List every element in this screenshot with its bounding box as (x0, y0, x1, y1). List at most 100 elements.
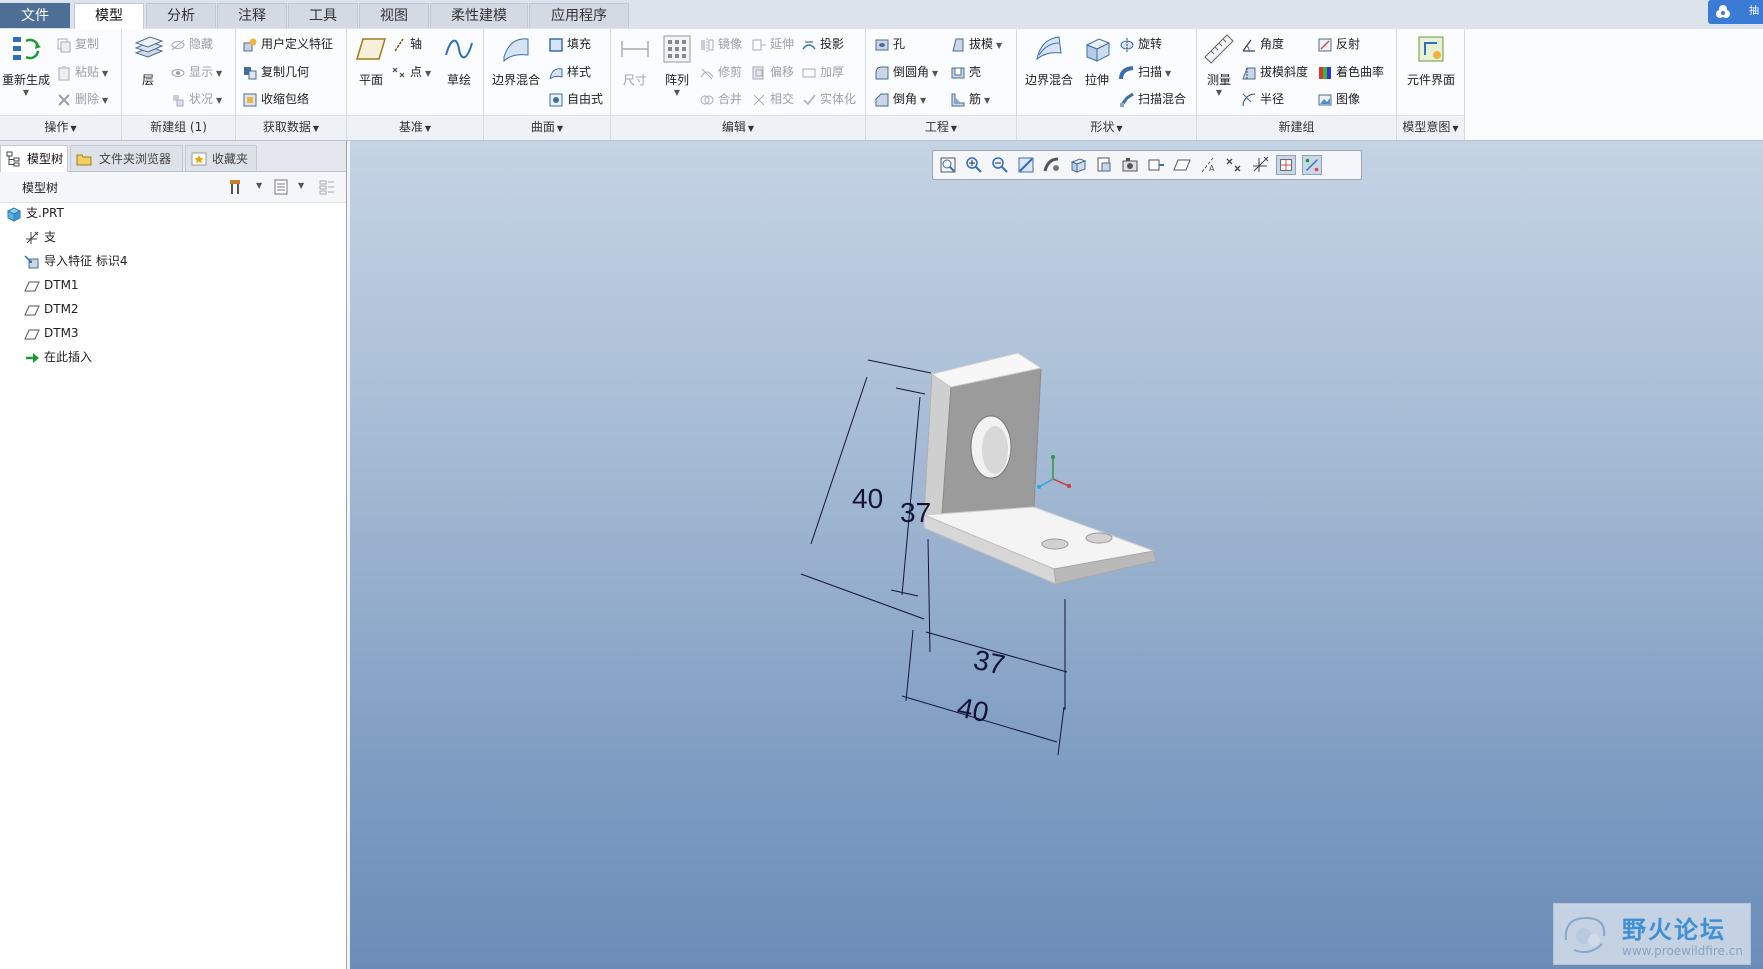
radius-button[interactable]: 半径 (1241, 88, 1284, 110)
merge-label: 合并 (718, 92, 743, 106)
layer-button[interactable]: 层 (128, 33, 168, 88)
round-button[interactable]: 倒圆角 ▼ (874, 61, 938, 83)
offset-button[interactable]: 偏移 (751, 61, 794, 83)
freestyle-button[interactable]: 自由式 (548, 88, 603, 110)
chevron-down-icon[interactable]: ▼ (256, 181, 262, 190)
dimension-button[interactable]: 尺寸 (615, 33, 655, 88)
group-footer-newgroup-1[interactable]: 新建组 (1) (122, 115, 235, 140)
pattern-button[interactable]: 阵列 ▼ (657, 33, 697, 98)
group-footer-newgroup-2[interactable]: 新建组 (1197, 115, 1396, 140)
tree-item-insert-here[interactable]: 在此插入 (24, 347, 92, 367)
delete-button[interactable]: 删除 ▼ (56, 88, 108, 110)
draft-slope-button[interactable]: 拔模斜度 (1241, 61, 1308, 83)
show-button[interactable]: 显示 ▼ (170, 61, 222, 83)
boundary-blend-shape-label: 边界混合 (1024, 73, 1073, 87)
tab-model-tree[interactable]: 模型树 (0, 145, 68, 172)
folder-icon (76, 154, 92, 166)
dimension-vertical-inner[interactable]: 37 (900, 497, 931, 528)
project-label: 投影 (820, 37, 845, 51)
group-footer-shapes[interactable]: 形状 ▼ (1017, 115, 1196, 140)
merge-button[interactable]: 合并 (699, 88, 742, 110)
hole-button[interactable]: 孔 (874, 33, 905, 55)
component-interface-button[interactable]: 元件界面 (1399, 33, 1463, 88)
measure-button[interactable]: 测量 ▼ (1199, 33, 1239, 98)
tree-item-csys[interactable]: 支 (24, 227, 56, 247)
sweep-button[interactable]: 扫描 ▼ (1119, 61, 1171, 83)
hide-button[interactable]: 隐藏 (170, 33, 213, 55)
offset-icon (752, 66, 764, 79)
project-button[interactable]: 投影 (801, 33, 844, 55)
intersect-icon (753, 94, 765, 105)
settings-tools-icon[interactable] (228, 178, 246, 196)
dimension-horizontal-outer[interactable]: 40 (955, 691, 992, 728)
tab-model[interactable]: 模型 (74, 3, 144, 30)
tree-item-label: DTM2 (44, 302, 79, 316)
datum-plane-button[interactable]: 平面 (351, 33, 391, 88)
group-footer-editing[interactable]: 编辑 ▼ (611, 115, 865, 140)
group-footer-get-data[interactable]: 获取数据 ▼ (236, 115, 346, 140)
tree-item-dtm2[interactable]: DTM2 (24, 299, 79, 319)
tree-item-dtm1[interactable]: DTM1 (24, 275, 79, 295)
datum-axis-button[interactable]: 轴 (391, 33, 422, 55)
tab-applications[interactable]: 应用程序 (529, 3, 629, 28)
tab-flexible-modeling[interactable]: 柔性建模 (430, 3, 528, 28)
tree-columns-icon[interactable] (318, 178, 336, 196)
trim-button[interactable]: 修剪 (699, 61, 742, 83)
reflection-button[interactable]: 反射 (1317, 33, 1360, 55)
angle-button[interactable]: 角度 (1241, 33, 1284, 55)
group-footer-model-intent[interactable]: 模型意图 ▼ (1397, 115, 1464, 140)
mirror-button[interactable]: 镜像 (699, 33, 742, 55)
group-footer-surfaces[interactable]: 曲面 ▼ (484, 115, 610, 140)
boundary-blend-shape-button[interactable]: 边界混合 (1021, 33, 1077, 88)
part-model[interactable]: 40 37 37 40 (350, 141, 1763, 969)
tab-analysis[interactable]: 分析 (146, 3, 216, 28)
rib-button[interactable]: 筋 ▼ (950, 88, 990, 110)
chevron-down-icon[interactable]: ▼ (298, 181, 304, 190)
thicken-button[interactable]: 加厚 (801, 61, 844, 83)
tab-favorites[interactable]: 收藏夹 (185, 145, 257, 171)
tab-folder-browser[interactable]: 文件夹浏览器 (70, 145, 183, 171)
cloud-sync-button[interactable]: 抽 (1708, 0, 1763, 24)
shell-button[interactable]: 壳 (950, 61, 981, 83)
image-button[interactable]: 图像 (1317, 88, 1360, 110)
tab-file[interactable]: 文件 (0, 3, 70, 28)
intersect-button[interactable]: 相交 (751, 88, 794, 110)
group-footer-datum[interactable]: 基准 ▼ (347, 115, 483, 140)
tab-view[interactable]: 视图 (359, 3, 429, 28)
copy-geometry-button[interactable]: 复制几何 (242, 61, 309, 83)
dimension-vertical-outer[interactable]: 40 (852, 483, 883, 514)
tree-item-import-feature[interactable]: 导入特征 标识4 (24, 251, 127, 271)
shaded-curvature-button[interactable]: 着色曲率 (1317, 61, 1384, 83)
boundary-blend-surface-button[interactable]: 边界混合 (488, 33, 544, 88)
udf-button[interactable]: 用户定义特征 (242, 33, 333, 55)
regenerate-button[interactable]: 重新生成 ▼ (2, 33, 50, 98)
group-footer-engineering[interactable]: 工程 ▼ (866, 115, 1016, 140)
solidify-button[interactable]: 实体化 (801, 88, 856, 110)
dimension-horizontal-inner[interactable]: 37 (971, 644, 1008, 681)
group-footer-operations[interactable]: 操作 ▼ (0, 115, 121, 140)
show-filter-icon[interactable] (272, 178, 290, 196)
paste-button[interactable]: 粘贴 ▼ (56, 61, 108, 83)
chamfer-button[interactable]: 倒角 ▼ (874, 88, 926, 110)
tab-tools[interactable]: 工具 (288, 3, 358, 28)
copy-button[interactable]: 复制 (56, 33, 99, 55)
angle-icon (1242, 39, 1255, 52)
extend-button[interactable]: 延伸 (751, 33, 794, 55)
sketch-button[interactable]: 草绘 (439, 33, 479, 88)
chamfer-label: 倒角 (893, 92, 918, 106)
tree-item-dtm3[interactable]: DTM3 (24, 323, 79, 343)
draft-button[interactable]: 拔模 ▼ (950, 33, 1002, 55)
tree-item-part[interactable]: 支.PRT (6, 203, 64, 223)
extrude-button[interactable]: 拉伸 (1079, 33, 1115, 88)
swept-blend-button[interactable]: 扫描混合 (1119, 88, 1186, 110)
status-label: 状况 (189, 92, 214, 106)
fill-button[interactable]: 填充 (548, 33, 591, 55)
status-button[interactable]: 状况 ▼ (170, 88, 222, 110)
tab-annotate[interactable]: 注释 (217, 3, 287, 28)
graphics-viewport[interactable]: A 40 37 37 40 野火论坛 www.proewildfire.cn (350, 141, 1763, 969)
style-button[interactable]: 样式 (548, 61, 591, 83)
shrinkwrap-button[interactable]: 收缩包络 (242, 88, 309, 110)
revolve-button[interactable]: 旋转 (1119, 33, 1162, 55)
angle-label: 角度 (1260, 37, 1285, 51)
datum-point-button[interactable]: 点 ▼ (391, 61, 431, 83)
